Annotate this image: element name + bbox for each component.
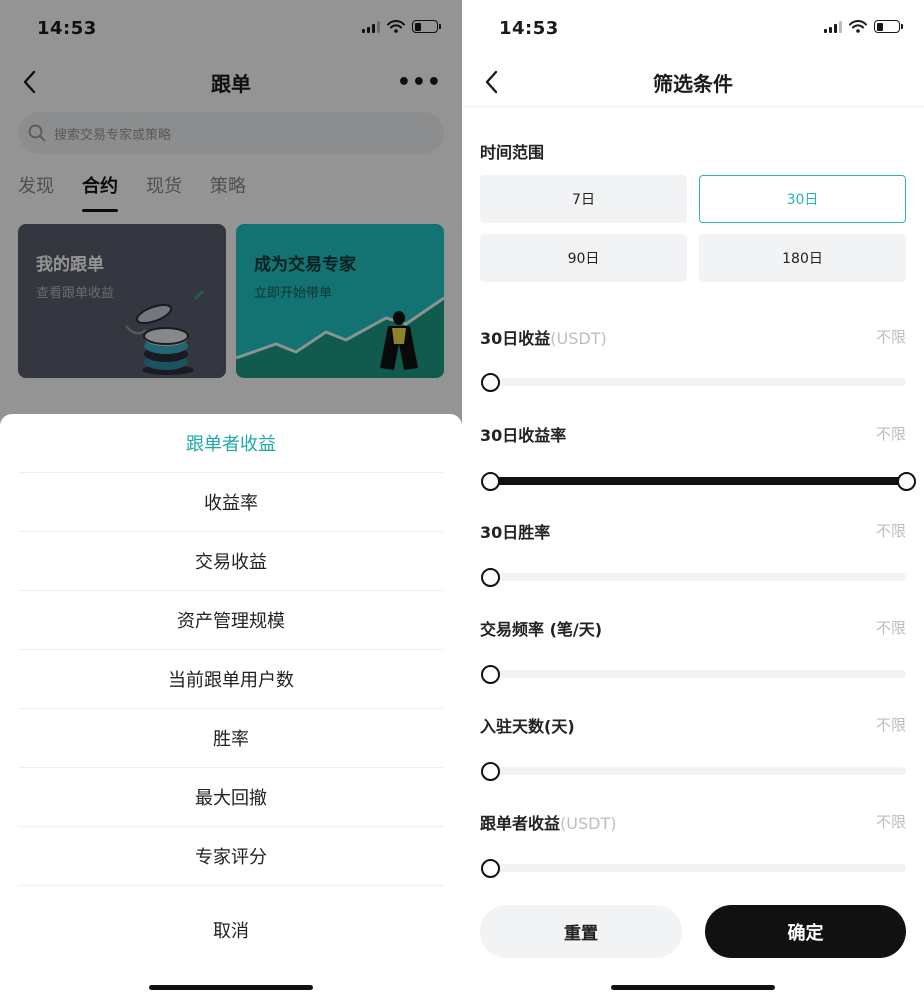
filter-label: 跟单者收益(USDT) bbox=[480, 814, 617, 833]
range-slider-track[interactable] bbox=[490, 378, 906, 386]
status-time: 14:53 bbox=[499, 18, 559, 39]
range-slider-fill bbox=[490, 477, 906, 485]
cancel-button[interactable]: 取消 bbox=[18, 900, 444, 959]
sort-action-sheet: 跟单者收益 收益率 交易收益 资产管理规模 当前跟单用户数 胜率 最大回撤 专家… bbox=[0, 414, 462, 1000]
page-title: 筛选条件 bbox=[653, 72, 733, 96]
sort-option-roi[interactable]: 收益率 bbox=[18, 473, 444, 532]
status-bar: 14:53 bbox=[462, 0, 924, 58]
sort-option-expert-rating[interactable]: 专家评分 bbox=[18, 827, 444, 886]
divider bbox=[462, 106, 924, 107]
range-slider-track[interactable] bbox=[490, 670, 906, 678]
sort-option-current-followers[interactable]: 当前跟单用户数 bbox=[18, 650, 444, 709]
range-slider-min-handle[interactable] bbox=[480, 858, 500, 878]
range-slider-track[interactable] bbox=[490, 767, 906, 775]
filter-label: 30日胜率 bbox=[480, 523, 551, 542]
range-slider-min-handle[interactable] bbox=[480, 372, 500, 392]
confirm-button[interactable]: 确定 bbox=[705, 905, 906, 958]
wifi-icon bbox=[849, 20, 867, 33]
range-slider-track[interactable] bbox=[490, 864, 906, 872]
filter-label: 入驻天数(天) bbox=[480, 717, 575, 736]
time-option-90d[interactable]: 90日 bbox=[480, 234, 687, 282]
sort-option-max-drawdown[interactable]: 最大回撤 bbox=[18, 768, 444, 827]
filter-value: 不限 bbox=[875, 328, 906, 346]
filter-label: 30日收益(USDT) bbox=[480, 329, 607, 348]
filter-value: 不限 bbox=[875, 522, 906, 540]
filter-label: 30日收益率 bbox=[480, 426, 567, 445]
filter-value: 不限 bbox=[875, 716, 906, 734]
sort-option-trading-profit[interactable]: 交易收益 bbox=[18, 532, 444, 591]
range-slider-min-handle[interactable] bbox=[480, 567, 500, 587]
battery-icon bbox=[874, 20, 903, 33]
filter-label: 交易频率 (笔/天) bbox=[480, 620, 603, 639]
signal-icon bbox=[824, 20, 842, 33]
home-indicator bbox=[149, 985, 313, 990]
range-slider-track[interactable] bbox=[490, 573, 906, 581]
filter-value: 不限 bbox=[875, 619, 906, 637]
time-range-title: 时间范围 bbox=[480, 143, 545, 162]
range-slider-max-handle[interactable] bbox=[896, 471, 916, 491]
filter-value: 不限 bbox=[875, 813, 906, 831]
filter-screen: 14:53 筛选条件 时间范围 7日 30日 90日 180日 30日收益(US… bbox=[462, 0, 924, 1000]
time-option-180d[interactable]: 180日 bbox=[699, 234, 906, 282]
sort-option-follower-profit[interactable]: 跟单者收益 bbox=[18, 414, 444, 473]
range-slider-min-handle[interactable] bbox=[480, 471, 500, 491]
range-slider-min-handle[interactable] bbox=[480, 664, 500, 684]
filter-value: 不限 bbox=[875, 425, 906, 443]
time-option-7d[interactable]: 7日 bbox=[480, 175, 687, 223]
reset-button[interactable]: 重置 bbox=[480, 905, 682, 958]
following-screen: 14:53 跟单 ••• 搜索交易专家或策略 发现 合约 现货 策略 我的跟单 … bbox=[0, 0, 462, 1000]
sort-option-win-rate[interactable]: 胜率 bbox=[18, 709, 444, 768]
range-slider-min-handle[interactable] bbox=[480, 761, 500, 781]
home-indicator bbox=[611, 985, 775, 990]
status-icons bbox=[824, 20, 903, 33]
nav-bar: 筛选条件 bbox=[462, 58, 924, 106]
sort-option-aum[interactable]: 资产管理规模 bbox=[18, 591, 444, 650]
time-option-30d[interactable]: 30日 bbox=[699, 175, 906, 223]
